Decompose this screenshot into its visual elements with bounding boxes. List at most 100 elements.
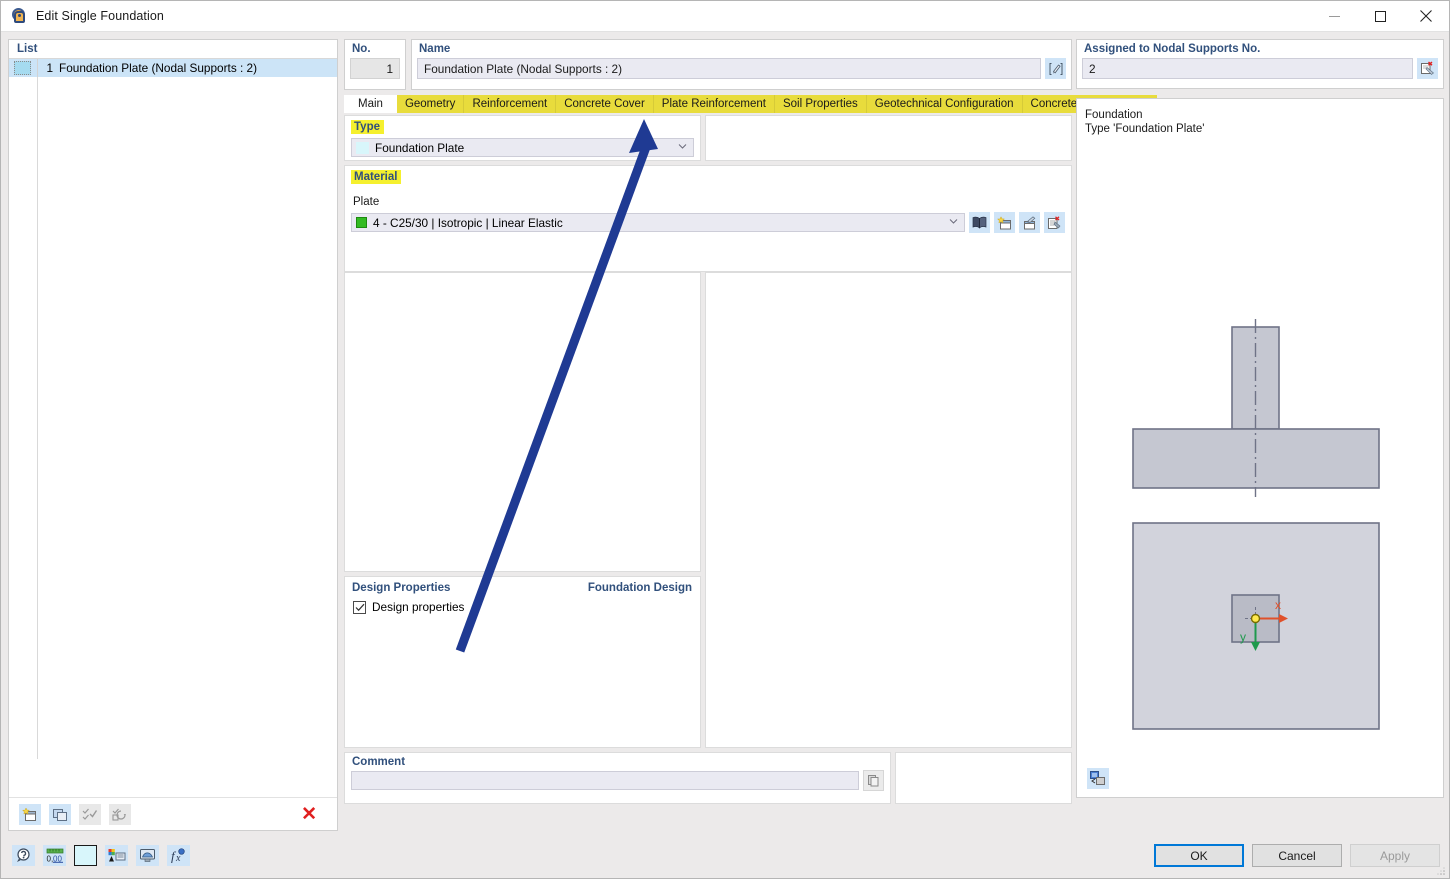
svg-text:x: x — [175, 853, 181, 863]
maximize-icon[interactable] — [1357, 1, 1403, 32]
name-input[interactable]: Foundation Plate (Nodal Supports : 2) — [417, 58, 1041, 79]
assigned-input[interactable]: 2 — [1082, 58, 1413, 79]
list-item[interactable]: 1 Foundation Plate (Nodal Supports : 2) — [9, 59, 337, 77]
no-input[interactable]: 1 — [350, 58, 400, 79]
ok-button[interactable]: OK — [1154, 844, 1244, 867]
minimize-icon[interactable] — [1311, 1, 1357, 32]
design-properties-checkbox-label: Design properties — [372, 600, 465, 614]
type-side-panel — [705, 115, 1072, 161]
foundation-icon — [10, 7, 28, 25]
preview-line-2: Type 'Foundation Plate' — [1085, 123, 1205, 135]
tab-plate-reinforcement[interactable]: Plate Reinforcement — [653, 95, 775, 113]
window-title: Edit Single Foundation — [36, 9, 164, 23]
no-field-group: No. 1 — [344, 39, 406, 90]
name-label: Name — [419, 43, 451, 55]
units-icon[interactable]: 0, 00 — [43, 845, 66, 866]
tab-reinforcement[interactable]: Reinforcement — [464, 95, 557, 113]
right-panel: Assigned to Nodal Supports No. 2 Foundat… — [1076, 39, 1444, 831]
new-icon[interactable] — [19, 803, 41, 825]
axis-y-label: y — [1240, 630, 1246, 644]
list-toolbar: ✕ — [9, 797, 337, 830]
axis-x-label: x — [1275, 598, 1281, 612]
comment-side-panel — [895, 752, 1072, 804]
design-properties-checkbox-row[interactable]: Design properties — [345, 594, 700, 614]
cancel-button[interactable]: Cancel — [1252, 844, 1342, 867]
plate-material-row: 4 - C25/30 | Isotropic | Linear Elastic — [345, 208, 1071, 233]
axis-labels: x y — [1240, 598, 1281, 644]
color-swatch-icon[interactable] — [74, 845, 97, 866]
material-library-icon[interactable] — [969, 212, 990, 233]
resize-grip-icon[interactable] — [1436, 866, 1446, 876]
comment-label: Comment — [352, 756, 406, 768]
list-panel: List 1 Foundation Plate (Nodal Supports … — [8, 39, 338, 831]
material-section: Material Plate 4 - C25/30 | Isotropic | … — [344, 165, 1072, 272]
select-all-icon[interactable] — [79, 803, 101, 825]
comment-copy-icon[interactable] — [863, 770, 884, 791]
tab-bar: Main Geometry Reinforcement Concrete Cov… — [344, 95, 1157, 113]
display-properties-icon[interactable] — [105, 845, 128, 866]
right-column — [705, 272, 1072, 748]
tab-geometry[interactable]: Geometry — [396, 95, 465, 113]
close-icon[interactable] — [1403, 1, 1449, 32]
name-field-group: Name Foundation Plate (Nodal Supports : … — [411, 39, 1072, 90]
plate-material-combo[interactable]: 4 - C25/30 | Isotropic | Linear Elastic — [351, 213, 965, 232]
view-icon[interactable] — [136, 845, 159, 866]
svg-text:00: 00 — [53, 855, 62, 864]
left-empty-panel — [344, 272, 701, 572]
type-combo[interactable]: Foundation Plate — [351, 138, 694, 157]
list-item-number: 1 — [46, 61, 53, 75]
no-label: No. — [352, 43, 371, 55]
tab-concrete-cover[interactable]: Concrete Cover — [556, 95, 654, 113]
design-properties-title: Design Properties — [352, 582, 451, 594]
edit-material-icon[interactable] — [1019, 212, 1040, 233]
help-icon[interactable] — [12, 845, 35, 866]
comment-input[interactable] — [351, 771, 859, 790]
tab-main[interactable]: Main — [344, 95, 397, 113]
chevron-down-icon — [678, 144, 687, 149]
bottom-bar: 0, 00 f x OK Cancel Apply — [1, 833, 1449, 878]
design-properties-section: Design Properties Foundation Design Desi… — [344, 576, 701, 748]
invert-selection-icon[interactable] — [109, 803, 131, 825]
title-bar: Edit Single Foundation — [1, 1, 1449, 32]
formula-icon[interactable]: f x — [167, 845, 190, 866]
chevron-down-icon — [949, 219, 958, 224]
plate-material-value: 4 - C25/30 | Isotropic | Linear Elastic — [373, 215, 563, 230]
bottom-icon-group: 0, 00 f x — [1, 845, 190, 866]
list-body: 1 Foundation Plate (Nodal Supports : 2) — [9, 59, 337, 759]
tab-soil-properties[interactable]: Soil Properties — [774, 95, 867, 113]
foundation-drawing — [1132, 319, 1380, 730]
material-section-label: Material — [351, 170, 402, 184]
delete-icon[interactable]: ✕ — [301, 805, 317, 824]
window-controls — [1311, 1, 1449, 32]
left-column: Design Properties Foundation Design Desi… — [344, 272, 705, 748]
preview-text-block: Foundation Type 'Foundation Plate' — [1077, 99, 1443, 136]
preview-line-1: Foundation — [1085, 109, 1143, 121]
design-properties-checkbox[interactable] — [353, 600, 366, 614]
dialog-buttons: OK Cancel Apply — [1154, 844, 1449, 867]
comment-section: Comment — [344, 752, 891, 804]
plate-material-swatch — [356, 217, 367, 228]
plate-label: Plate — [353, 196, 380, 208]
tab-geotechnical-configuration[interactable]: Geotechnical Configuration — [866, 95, 1023, 113]
preview-panel[interactable]: Foundation Type 'Foundation Plate' x y — [1076, 98, 1444, 798]
type-section-label: Type — [351, 120, 384, 134]
right-empty-panel — [705, 272, 1072, 748]
list-item-label: Foundation Plate (Nodal Supports : 2) — [59, 61, 258, 75]
preview-settings-icon[interactable] — [1087, 768, 1109, 789]
edit-name-icon[interactable] — [1045, 58, 1066, 79]
middle-columns: Design Properties Foundation Design Desi… — [344, 272, 1072, 748]
type-combo-value: Foundation Plate — [375, 140, 465, 155]
copy-icon[interactable] — [49, 803, 71, 825]
assigned-label: Assigned to Nodal Supports No. — [1084, 43, 1261, 55]
main-content: No. 1 Name Foundation Plate (Nodal Suppo… — [344, 39, 1157, 831]
new-material-icon[interactable] — [994, 212, 1015, 233]
assigned-section: Assigned to Nodal Supports No. 2 — [1076, 39, 1444, 89]
type-row: Type Foundation Plate — [344, 115, 1072, 161]
type-section: Type Foundation Plate — [344, 115, 701, 161]
edit-single-foundation-dialog: Edit Single Foundation List 1 Foundation… — [0, 0, 1450, 879]
type-swatch — [356, 141, 369, 154]
list-header: List — [9, 40, 337, 59]
delete-material-icon[interactable] — [1044, 212, 1065, 233]
pick-nodes-icon[interactable] — [1417, 58, 1438, 79]
list-item-swatch — [14, 61, 31, 75]
